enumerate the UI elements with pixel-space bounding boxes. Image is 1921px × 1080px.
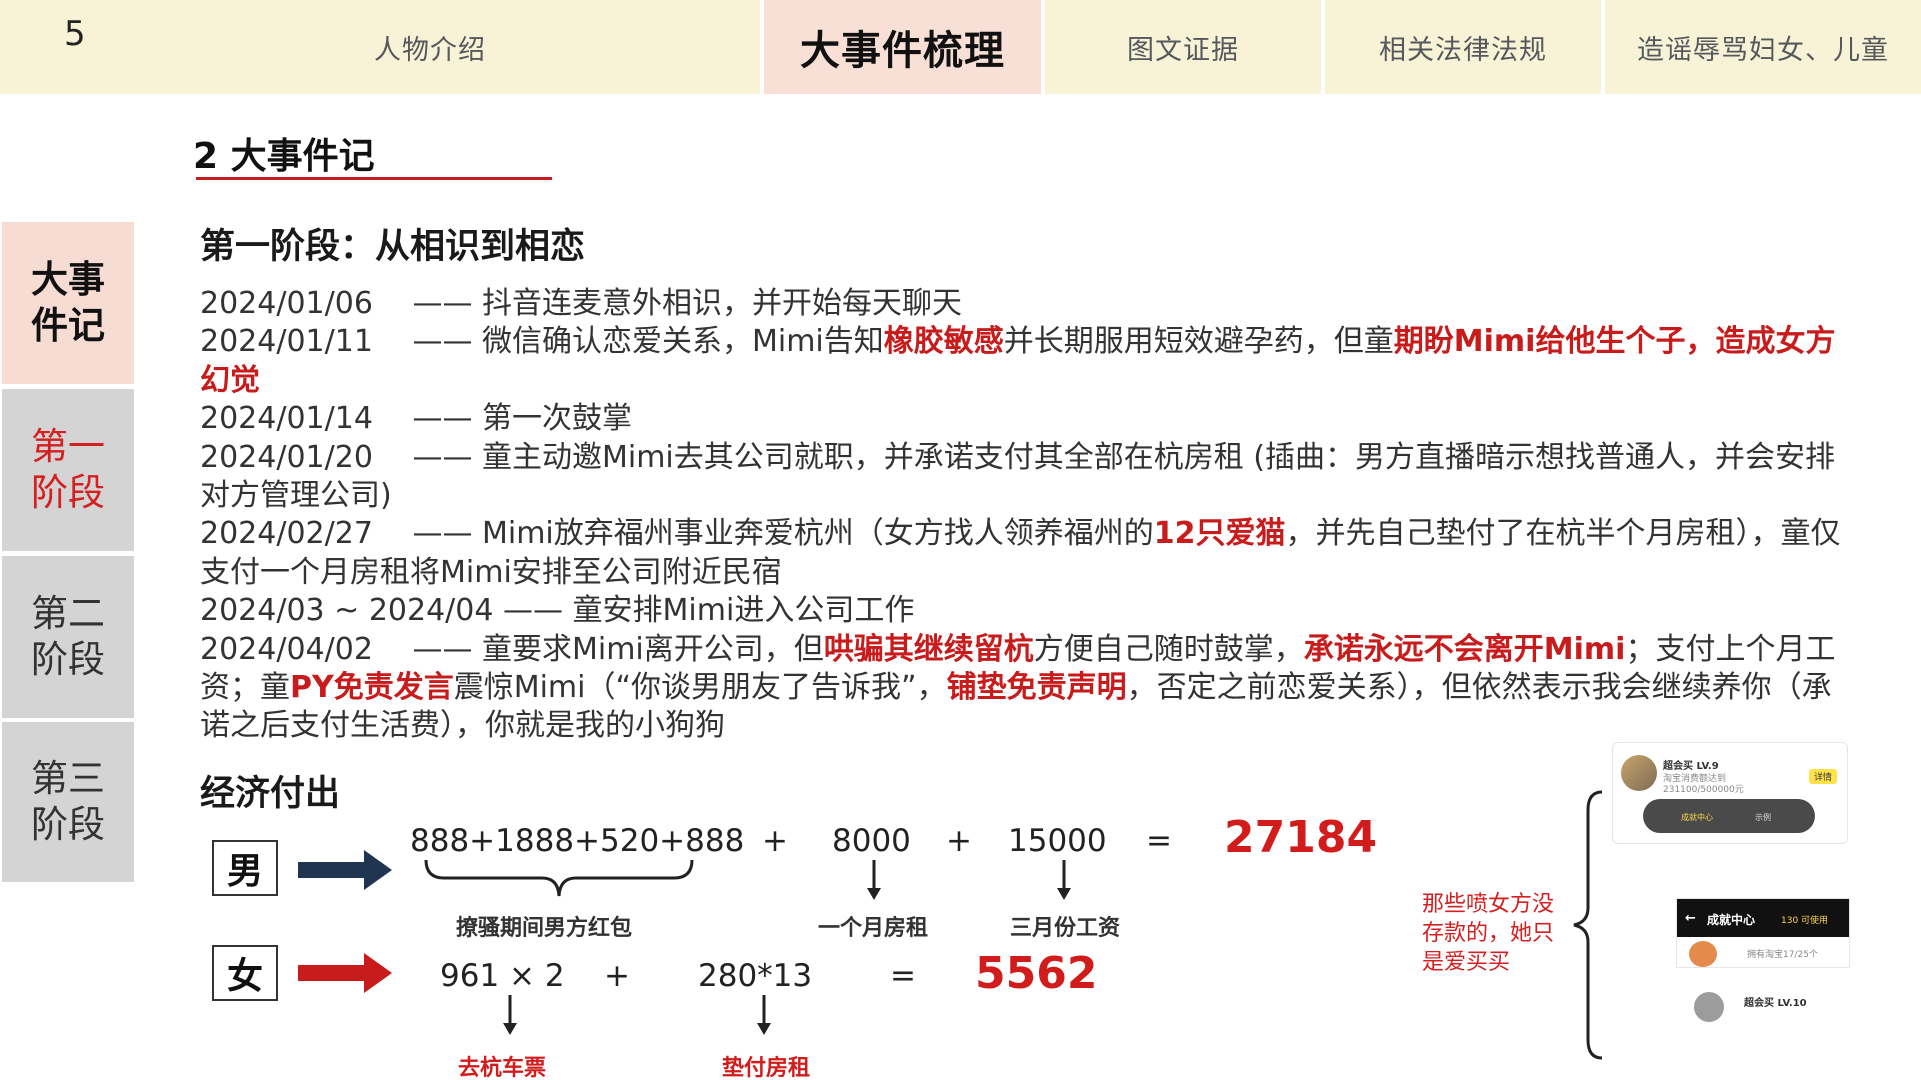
timeline-text: 并长期服用短效避孕药，但童 xyxy=(1003,324,1394,360)
timeline-text: 2024/01/06 —— 抖音连麦意外相识，并开始每天聊天 xyxy=(200,286,962,321)
female-term-2: 280*13 xyxy=(698,958,813,994)
female-term-1-caption: 去杭车票 xyxy=(458,1056,547,1080)
highlighted-text: 承诺永远不会离开Mimi xyxy=(1303,631,1626,667)
male-total: 27184 xyxy=(1224,812,1378,863)
male-term-1-caption: 撩骚期间男方红包 xyxy=(456,916,633,941)
tab-people[interactable]: 人物介绍 xyxy=(100,0,760,94)
side-item-phase-3[interactable]: 第三阶段 xyxy=(2,722,134,882)
timeline-text: 2024/01/11 —— 微信确认恋爱关系，Mimi告知 xyxy=(200,324,884,360)
male-term-2-caption: 一个月房租 xyxy=(818,916,929,941)
timeline-text: 震惊Mimi（“你谈男朋友了告诉我”， xyxy=(453,670,947,706)
highlighted-text: PY免责发言 xyxy=(290,670,454,706)
section-title: 2 大事件记 xyxy=(193,136,375,177)
trophy-icon xyxy=(1621,755,1657,791)
female-total: 5562 xyxy=(975,948,1098,999)
male-term-2: 8000 xyxy=(832,823,911,859)
tab-label: 大事件梳理 xyxy=(800,28,1005,74)
side-item-label: 大事件记 xyxy=(31,258,105,347)
timeline-text: 2024/03 ~ 2024/04 —— 童安排Mimi进入公司工作 xyxy=(200,593,915,629)
level-title: 超会买 LV.10 xyxy=(1744,998,1807,1009)
timeline-entry: 2024/04/02 —— 童要求Mimi离开公司，但哄骗其继续留杭方便自己随时… xyxy=(200,631,1860,746)
plus-sign: + xyxy=(762,823,788,859)
phase-title: 第一阶段：从相识到相恋 xyxy=(200,227,586,267)
tab-label: 相关法律法规 xyxy=(1379,34,1547,66)
bracket-icon xyxy=(1573,790,1603,1060)
achievement-header: ← 成就中心 130 可使用 xyxy=(1677,899,1849,937)
timeline-entry: 2024/01/20 —— 童主动邀Mimi去其公司就职，并承诺支付其全部在杭房… xyxy=(200,439,1860,516)
medal-icon xyxy=(1689,941,1717,967)
timeline-entry: 2024/01/14 —— 第一次鼓掌 xyxy=(200,400,1860,438)
action-bar: 成就中心 示例 xyxy=(1643,799,1815,833)
timeline-entry: 2024/03 ~ 2024/04 —— 童安排Mimi进入公司工作 xyxy=(200,592,1860,630)
brace-icon xyxy=(424,859,694,897)
top-nav: 5 人物介绍 大事件梳理 图文证据 相关法律法规 造谣辱骂妇女、儿童 xyxy=(0,0,1921,94)
side-item-major-events[interactable]: 大事件记 xyxy=(2,222,134,384)
timeline-text: 2024/01/20 —— 童主动邀Mimi去其公司就职，并承诺支付其全部在杭房… xyxy=(200,439,1835,514)
female-arrow-icon xyxy=(298,953,392,993)
female-term-2-caption: 垫付房租 xyxy=(722,1056,811,1080)
tab-label: 图文证据 xyxy=(1127,34,1239,66)
tab-label: 造谣辱骂妇女、儿童 xyxy=(1637,34,1889,66)
trophy-icon xyxy=(1694,992,1724,1022)
timeline-text: 2024/02/27 —— Mimi放弃福州事业奔爱杭州（女方找人领养福州的 xyxy=(200,516,1154,552)
coin-badge: 130 可使用 xyxy=(1781,916,1829,926)
side-item-label: 第一阶段 xyxy=(31,425,105,514)
equals-sign: = xyxy=(1146,823,1172,859)
timeline-entry: 2024/02/27 —— Mimi放弃福州事业奔爱杭州（女方找人领养福州的12… xyxy=(200,515,1860,592)
detail-badge[interactable]: 详情 xyxy=(1809,769,1838,784)
side-item-phase-2[interactable]: 第二阶段 xyxy=(2,556,134,718)
screenshot-top: 超会买 LV.9 淘宝消费额达到 231100/500000元 详情 成就中心 … xyxy=(1612,742,1848,844)
timeline-entry: 2024/01/06 —— 抖音连麦意外相识，并开始每天聊天 xyxy=(200,285,1860,323)
male-arrow-icon xyxy=(298,850,392,890)
plus-sign: + xyxy=(604,958,630,994)
timeline-text: 2024/04/02 —— 童要求Mimi离开公司，但 xyxy=(200,631,824,667)
section-underline xyxy=(196,177,552,180)
down-arrow-icon xyxy=(1057,860,1071,900)
tab-laws[interactable]: 相关法律法规 xyxy=(1325,0,1601,94)
male-label-box: 男 xyxy=(212,840,278,896)
owned-count: 拥有淘宝17/25个 xyxy=(1747,950,1818,960)
equals-sign: = xyxy=(890,958,916,994)
highlighted-text: 橡胶敏感 xyxy=(883,324,1004,360)
highlighted-text: 哄骗其继续留杭 xyxy=(823,631,1034,667)
level-title: 超会买 LV.9 xyxy=(1663,761,1719,772)
screenshot-middle: ← 成就中心 130 可使用 拥有淘宝17/25个 xyxy=(1676,898,1850,968)
timeline-text: 方便自己随时鼓掌， xyxy=(1033,631,1304,667)
tab-defamation[interactable]: 造谣辱骂妇女、儿童 xyxy=(1605,0,1921,94)
male-term-3: 15000 xyxy=(1008,823,1107,859)
female-label-box: 女 xyxy=(212,945,278,1001)
side-item-label: 第三阶段 xyxy=(31,757,105,846)
down-arrow-icon xyxy=(503,995,517,1035)
level-sub-2: 231100/500000元 xyxy=(1663,785,1744,795)
female-label: 女 xyxy=(226,956,263,997)
back-icon[interactable]: ← xyxy=(1685,911,1696,926)
down-arrow-icon xyxy=(867,860,881,900)
side-item-label: 第二阶段 xyxy=(31,592,105,681)
plus-sign: + xyxy=(946,823,972,859)
tab-evidence[interactable]: 图文证据 xyxy=(1045,0,1321,94)
page-number: 5 xyxy=(64,14,86,54)
screenshot-bottom: 超会买 LV.10 xyxy=(1676,984,1850,1056)
fade-overlay xyxy=(1676,1022,1850,1056)
side-note: 那些喷女方没存款的，她只是爱买买 xyxy=(1422,892,1555,975)
male-term-1: 888+1888+520+888 xyxy=(410,823,745,859)
achievement-center-button[interactable]: 成就中心 xyxy=(1681,812,1713,823)
tab-major-events[interactable]: 大事件梳理 xyxy=(764,0,1041,94)
example-button[interactable]: 示例 xyxy=(1755,812,1771,823)
highlighted-text: 12只爱猫 xyxy=(1153,516,1286,552)
side-item-phase-1[interactable]: 第一阶段 xyxy=(2,389,134,551)
highlighted-text: 铺垫免责声明 xyxy=(946,670,1127,706)
achievement-title: 成就中心 xyxy=(1707,913,1756,927)
timeline-text: 2024/01/14 —— 第一次鼓掌 xyxy=(200,401,632,437)
timeline-entry: 2024/01/11 —— 微信确认恋爱关系，Mimi告知橡胶敏感并长期服用短效… xyxy=(200,323,1860,400)
tab-label: 人物介绍 xyxy=(374,34,486,66)
female-term-1: 961 × 2 xyxy=(440,958,565,994)
male-term-3-caption: 三月份工资 xyxy=(1010,916,1121,941)
down-arrow-icon xyxy=(757,995,771,1035)
male-label: 男 xyxy=(226,851,263,892)
economics-title: 经济付出 xyxy=(200,774,341,814)
timeline: 2024/01/06 —— 抖音连麦意外相识，并开始每天聊天 2024/01/11… xyxy=(200,285,1860,746)
